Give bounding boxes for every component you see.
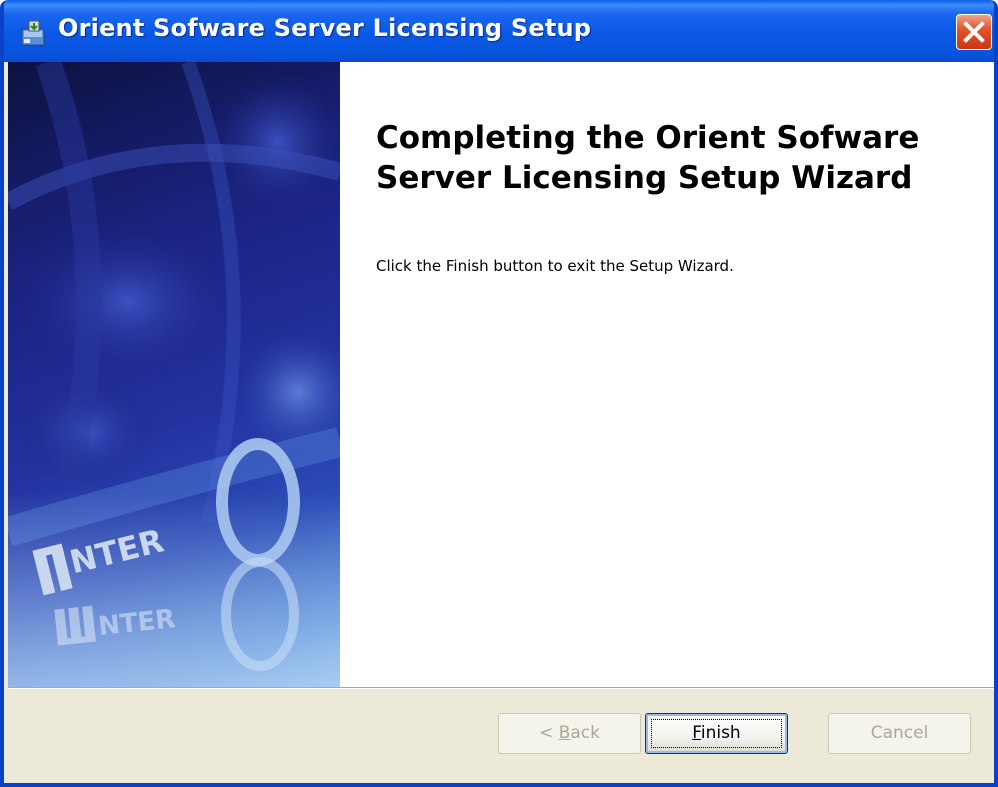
window-title: Orient Sofware Server Licensing Setup [58,14,592,42]
wizard-banner-image: NTER NTER [8,62,340,687]
title-bar[interactable]: Orient Sofware Server Licensing Setup [4,0,994,62]
banner-artwork: NTER NTER [8,62,340,687]
wizard-heading: Completing the Orient Sofware Server Lic… [376,120,920,196]
setup-wizard-window: Orient Sofware Server Licensing Setup NT… [0,0,998,787]
close-button[interactable] [956,14,992,50]
finish-button[interactable]: Finish [645,713,788,754]
footer-separator [8,687,994,689]
installer-app-icon [21,20,45,46]
close-icon [963,21,985,43]
wizard-content-panel: Completing the Orient Sofware Server Lic… [340,62,994,687]
cancel-button[interactable]: Cancel [828,713,971,754]
back-button[interactable]: < Back [498,713,641,754]
wizard-instruction-text: Click the Finish button to exit the Setu… [376,257,734,275]
